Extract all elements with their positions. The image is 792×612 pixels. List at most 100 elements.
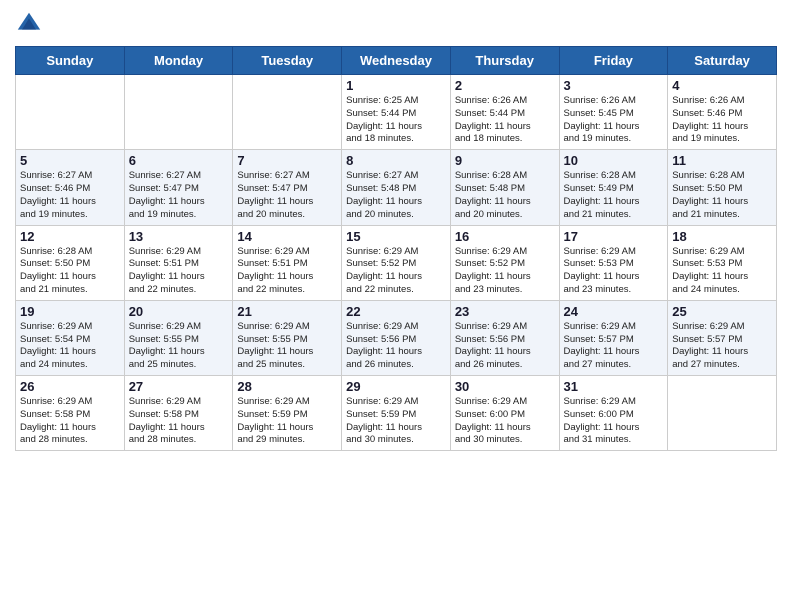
day-number: 21 [237, 304, 337, 319]
day-info: Sunrise: 6:27 AMSunset: 5:48 PMDaylight:… [346, 170, 446, 221]
calendar-week-row: 12 Sunrise: 6:28 AMSunset: 5:50 PMDayligh… [16, 225, 777, 300]
day-info: Sunrise: 6:26 AMSunset: 5:46 PMDaylight:… [672, 95, 772, 146]
calendar-day-cell: 7Sunrise: 6:27 AMSunset: 5:47 PMDaylight… [233, 150, 342, 225]
calendar-day-cell: 29 Sunrise: 6:29 AMSunset: 5:59 PMDayligh… [342, 376, 451, 451]
day-number: 18 [672, 229, 772, 244]
calendar-day-cell: 15 Sunrise: 6:29 AMSunset: 5:52 PMDayligh… [342, 225, 451, 300]
day-info: Sunrise: 6:28 AMSunset: 5:50 PMDaylight:… [20, 246, 120, 297]
calendar-day-cell: 12 Sunrise: 6:28 AMSunset: 5:50 PMDayligh… [16, 225, 125, 300]
calendar-day-cell: 2 Sunrise: 6:26 AMSunset: 5:44 PMDaylight… [450, 75, 559, 150]
day-info: Sunrise: 6:29 AMSunset: 5:53 PMDaylight:… [672, 246, 772, 297]
day-number: 22 [346, 304, 446, 319]
calendar-day-cell [124, 75, 233, 150]
day-info: Sunrise: 6:28 AMSunset: 5:48 PMDaylight:… [455, 170, 555, 221]
day-info: Sunrise: 6:29 AMSunset: 5:59 PMDaylight:… [346, 396, 446, 447]
calendar-day-cell: 18 Sunrise: 6:29 AMSunset: 5:53 PMDayligh… [668, 225, 777, 300]
day-info: Sunrise: 6:29 AMSunset: 5:52 PMDaylight:… [346, 246, 446, 297]
day-number: 11 [672, 153, 772, 168]
day-number: 8 [346, 153, 446, 168]
day-number: 1 [346, 78, 446, 93]
day-info: Sunrise: 6:29 AMSunset: 5:52 PMDaylight:… [455, 246, 555, 297]
day-info: Sunrise: 6:28 AMSunset: 5:50 PMDaylight:… [672, 170, 772, 221]
day-info: Sunrise: 6:26 AMSunset: 5:45 PMDaylight:… [564, 95, 664, 146]
day-number: 28 [237, 379, 337, 394]
weekday-header-row: SundayMondayTuesdayWednesdayThursdayFrid… [16, 47, 777, 75]
day-number: 27 [129, 379, 229, 394]
day-number: 24 [564, 304, 664, 319]
calendar-day-cell: 27 Sunrise: 6:29 AMSunset: 5:58 PMDayligh… [124, 376, 233, 451]
calendar-day-cell: 6 Sunrise: 6:27 AMSunset: 5:47 PMDaylight… [124, 150, 233, 225]
day-number: 2 [455, 78, 555, 93]
day-number: 16 [455, 229, 555, 244]
weekday-header-sunday: Sunday [16, 47, 125, 75]
day-info: Sunrise: 6:29 AMSunset: 5:57 PMDaylight:… [564, 321, 664, 372]
calendar-week-row: 19 Sunrise: 6:29 AMSunset: 5:54 PMDayligh… [16, 300, 777, 375]
day-number: 19 [20, 304, 120, 319]
calendar-day-cell: 1Sunrise: 6:25 AMSunset: 5:44 PMDaylight… [342, 75, 451, 150]
day-number: 25 [672, 304, 772, 319]
calendar-day-cell: 13 Sunrise: 6:29 AMSunset: 5:51 PMDayligh… [124, 225, 233, 300]
day-info: Sunrise: 6:29 AMSunset: 5:58 PMDaylight:… [20, 396, 120, 447]
day-info: Sunrise: 6:29 AMSunset: 5:58 PMDaylight:… [129, 396, 229, 447]
day-info: Sunrise: 6:26 AMSunset: 5:44 PMDaylight:… [455, 95, 555, 146]
day-number: 3 [564, 78, 664, 93]
day-number: 4 [672, 78, 772, 93]
calendar-day-cell: 14 Sunrise: 6:29 AMSunset: 5:51 PMDayligh… [233, 225, 342, 300]
day-info: Sunrise: 6:29 AMSunset: 5:55 PMDaylight:… [129, 321, 229, 372]
day-info: Sunrise: 6:29 AMSunset: 6:00 PMDaylight:… [564, 396, 664, 447]
calendar-day-cell: 30Sunrise: 6:29 AMSunset: 6:00 PMDayligh… [450, 376, 559, 451]
day-number: 29 [346, 379, 446, 394]
calendar-day-cell: 8 Sunrise: 6:27 AMSunset: 5:48 PMDaylight… [342, 150, 451, 225]
day-number: 13 [129, 229, 229, 244]
day-info: Sunrise: 6:29 AMSunset: 5:56 PMDaylight:… [455, 321, 555, 372]
day-info: Sunrise: 6:29 AMSunset: 5:53 PMDaylight:… [564, 246, 664, 297]
day-info: Sunrise: 6:29 AMSunset: 5:54 PMDaylight:… [20, 321, 120, 372]
calendar-day-cell: 21 Sunrise: 6:29 AMSunset: 5:55 PMDayligh… [233, 300, 342, 375]
day-number: 14 [237, 229, 337, 244]
day-info: Sunrise: 6:29 AMSunset: 5:51 PMDaylight:… [129, 246, 229, 297]
calendar-day-cell: 16 Sunrise: 6:29 AMSunset: 5:52 PMDayligh… [450, 225, 559, 300]
day-info: Sunrise: 6:29 AMSunset: 5:59 PMDaylight:… [237, 396, 337, 447]
day-number: 17 [564, 229, 664, 244]
logo-icon [15, 10, 43, 38]
calendar-day-cell: 11 Sunrise: 6:28 AMSunset: 5:50 PMDayligh… [668, 150, 777, 225]
day-info: Sunrise: 6:29 AMSunset: 5:57 PMDaylight:… [672, 321, 772, 372]
calendar-week-row: 1Sunrise: 6:25 AMSunset: 5:44 PMDaylight… [16, 75, 777, 150]
day-info: Sunrise: 6:27 AMSunset: 5:47 PMDaylight:… [129, 170, 229, 221]
day-number: 6 [129, 153, 229, 168]
day-number: 12 [20, 229, 120, 244]
day-info: Sunrise: 6:29 AMSunset: 6:00 PMDaylight:… [455, 396, 555, 447]
calendar-day-cell: 9Sunrise: 6:28 AMSunset: 5:48 PMDaylight… [450, 150, 559, 225]
weekday-header-wednesday: Wednesday [342, 47, 451, 75]
calendar-day-cell: 22Sunrise: 6:29 AMSunset: 5:56 PMDayligh… [342, 300, 451, 375]
day-number: 26 [20, 379, 120, 394]
day-number: 15 [346, 229, 446, 244]
calendar-day-cell: 28 Sunrise: 6:29 AMSunset: 5:59 PMDayligh… [233, 376, 342, 451]
calendar-day-cell: 20Sunrise: 6:29 AMSunset: 5:55 PMDayligh… [124, 300, 233, 375]
calendar-week-row: 5Sunrise: 6:27 AMSunset: 5:46 PMDaylight… [16, 150, 777, 225]
day-number: 23 [455, 304, 555, 319]
calendar-day-cell [668, 376, 777, 451]
day-info: Sunrise: 6:29 AMSunset: 5:51 PMDaylight:… [237, 246, 337, 297]
day-info: Sunrise: 6:29 AMSunset: 5:55 PMDaylight:… [237, 321, 337, 372]
weekday-header-tuesday: Tuesday [233, 47, 342, 75]
logo [15, 10, 47, 38]
day-info: Sunrise: 6:27 AMSunset: 5:47 PMDaylight:… [237, 170, 337, 221]
weekday-header-saturday: Saturday [668, 47, 777, 75]
calendar-day-cell: 17 Sunrise: 6:29 AMSunset: 5:53 PMDayligh… [559, 225, 668, 300]
calendar-day-cell: 5Sunrise: 6:27 AMSunset: 5:46 PMDaylight… [16, 150, 125, 225]
calendar-day-cell [16, 75, 125, 150]
page: SundayMondayTuesdayWednesdayThursdayFrid… [0, 0, 792, 612]
day-info: Sunrise: 6:28 AMSunset: 5:49 PMDaylight:… [564, 170, 664, 221]
calendar-day-cell: 26 Sunrise: 6:29 AMSunset: 5:58 PMDayligh… [16, 376, 125, 451]
weekday-header-thursday: Thursday [450, 47, 559, 75]
weekday-header-monday: Monday [124, 47, 233, 75]
calendar-table: SundayMondayTuesdayWednesdayThursdayFrid… [15, 46, 777, 451]
day-number: 5 [20, 153, 120, 168]
day-number: 10 [564, 153, 664, 168]
calendar-day-cell: 25 Sunrise: 6:29 AMSunset: 5:57 PMDayligh… [668, 300, 777, 375]
weekday-header-friday: Friday [559, 47, 668, 75]
calendar-day-cell: 31Sunrise: 6:29 AMSunset: 6:00 PMDayligh… [559, 376, 668, 451]
calendar-day-cell: 24 Sunrise: 6:29 AMSunset: 5:57 PMDayligh… [559, 300, 668, 375]
header [15, 10, 777, 38]
